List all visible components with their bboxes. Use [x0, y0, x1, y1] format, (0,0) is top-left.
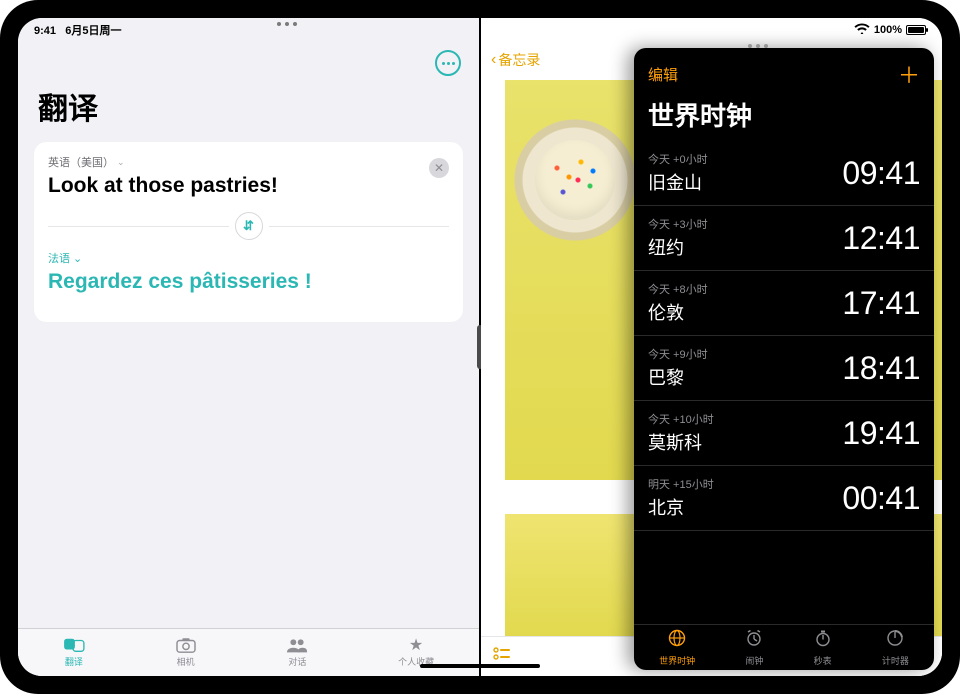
chevron-down-icon: ⌄: [117, 157, 125, 168]
notes-back-label: 备忘录: [498, 50, 540, 70]
translate-card: 英语（美国） ⌄ Look at those pastries! ✕ ⇵: [34, 142, 463, 322]
clock-offset: 今天 +9小时: [648, 346, 708, 362]
status-right: 100%: [854, 23, 926, 37]
clock-offset: 明天 +15小时: [648, 476, 714, 492]
clock-city-name: 纽约: [648, 234, 708, 260]
world-clock-row[interactable]: 明天 +15小时北京 00:41: [634, 466, 934, 531]
tab-label: 计时器: [882, 654, 909, 667]
edit-button[interactable]: 编辑: [648, 64, 678, 85]
translate-app-pane: 翻译 英语（美国） ⌄ Look at those pastries! ✕: [18, 18, 479, 676]
translate-app-title: 翻译: [18, 82, 479, 142]
swap-languages-button[interactable]: ⇵: [235, 212, 263, 240]
clock-city-name: 北京: [648, 494, 714, 520]
home-indicator[interactable]: [420, 664, 540, 668]
clock-city-name: 莫斯科: [648, 429, 714, 455]
tab-label: 秒表: [814, 654, 832, 667]
translate-icon: [63, 636, 85, 654]
people-icon: [286, 636, 308, 654]
status-bar: 9:41 6月5日周一 100%: [18, 18, 942, 40]
clock-slideover-panel: 编辑 ＋ 世界时钟 今天 +0小时旧金山09:41今天 +3小时纽约12:41今…: [634, 48, 934, 670]
multitasking-dots[interactable]: [277, 22, 297, 26]
tab-label: 翻译: [65, 655, 83, 668]
camera-icon: [175, 636, 197, 654]
clock-offset: 今天 +3小时: [648, 216, 708, 232]
tab-conversation[interactable]: 对话: [286, 636, 308, 668]
clock-offset: 今天 +0小时: [648, 151, 708, 167]
status-time-date: 9:41 6月5日周一: [34, 22, 121, 38]
clock-time: 09:41: [842, 155, 920, 192]
swap-icon: ⇵: [243, 218, 254, 234]
clock-city-name: 旧金山: [648, 169, 708, 195]
clock-time: 19:41: [842, 415, 920, 452]
world-clock-list[interactable]: 今天 +0小时旧金山 09:41 今天 +3小时纽约 12:41 今天 +8小时伦敦 17…: [634, 141, 934, 624]
clock-time: 12:41: [842, 220, 920, 257]
more-menu-button[interactable]: [435, 50, 461, 76]
star-icon: ★: [405, 636, 427, 654]
target-language-label: 法语: [48, 250, 70, 266]
screen: 9:41 6月5日周一 100% 翻译: [18, 18, 942, 676]
battery-icon: [906, 25, 926, 35]
tab-label: 相机: [177, 655, 195, 668]
plus-icon: ＋: [898, 63, 920, 88]
tab-favorites[interactable]: ★ 个人收藏: [398, 636, 434, 668]
tab-translate[interactable]: 翻译: [63, 636, 85, 668]
clock-city-name: 巴黎: [648, 364, 708, 390]
tab-label: 闹钟: [745, 654, 763, 667]
source-language-selector[interactable]: 英语（美国） ⌄: [48, 154, 278, 170]
chevron-down-icon: ⌄: [73, 252, 82, 265]
ipad-device-frame: 9:41 6月5日周一 100% 翻译: [0, 0, 960, 694]
tab-alarm[interactable]: 闹钟: [745, 629, 763, 667]
world-clock-row[interactable]: 今天 +3小时纽约 12:41: [634, 206, 934, 271]
chevron-left-icon: ‹: [491, 51, 496, 69]
status-date: 6月5日周一: [65, 25, 121, 37]
tab-timer[interactable]: 计时器: [882, 629, 909, 667]
translated-text: Regardez ces pâtisseries !: [48, 270, 449, 294]
close-icon: ✕: [434, 161, 444, 175]
battery-percent: 100%: [874, 24, 902, 36]
world-clock-row[interactable]: 今天 +9小时巴黎 18:41: [634, 336, 934, 401]
clock-city-name: 伦敦: [648, 299, 708, 325]
world-clock-title: 世界时钟: [634, 94, 934, 141]
target-language-selector[interactable]: 法语 ⌄: [48, 250, 449, 266]
clock-tab-bar: 世界时钟 闹钟 秒表: [634, 624, 934, 670]
alarm-icon: [745, 629, 763, 652]
clear-text-button[interactable]: ✕: [429, 158, 449, 178]
timer-icon: [886, 629, 904, 652]
right-pane: ‹ 备忘录 编辑: [481, 18, 942, 676]
cookie-image: [535, 140, 615, 220]
clock-time: 17:41: [842, 285, 920, 322]
stopwatch-icon: [814, 629, 832, 652]
clock-time: 00:41: [842, 480, 920, 517]
swap-divider: ⇵: [48, 212, 449, 240]
tab-label: 对话: [288, 655, 306, 668]
tab-camera[interactable]: 相机: [175, 636, 197, 668]
tab-stopwatch[interactable]: 秒表: [814, 629, 832, 667]
source-language-label: 英语（美国）: [48, 154, 114, 170]
clock-time: 18:41: [842, 350, 920, 387]
world-clock-row[interactable]: 今天 +10小时莫斯科 19:41: [634, 401, 934, 466]
clock-offset: 今天 +10小时: [648, 411, 714, 427]
tab-world-clock[interactable]: 世界时钟: [659, 629, 695, 667]
add-city-button[interactable]: ＋: [898, 58, 920, 90]
translate-tab-bar: 翻译 相机 对话 ★ 个人收藏: [18, 628, 479, 676]
wifi-icon: [854, 23, 870, 37]
status-time: 9:41: [34, 25, 56, 37]
tab-label: 世界时钟: [659, 654, 695, 667]
clock-offset: 今天 +8小时: [648, 281, 708, 297]
globe-icon: [668, 629, 686, 652]
world-clock-row[interactable]: 今天 +0小时旧金山 09:41: [634, 141, 934, 206]
world-clock-row[interactable]: 今天 +8小时伦敦 17:41: [634, 271, 934, 336]
source-text[interactable]: Look at those pastries!: [48, 174, 278, 198]
